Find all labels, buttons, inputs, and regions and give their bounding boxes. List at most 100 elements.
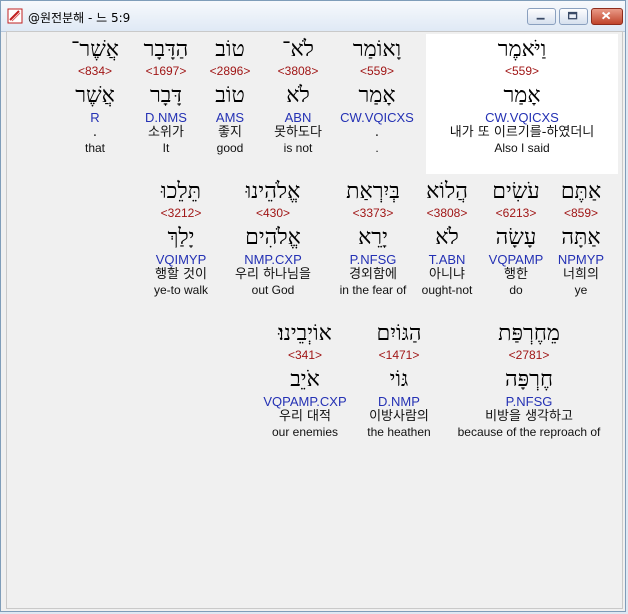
word-block[interactable]: אֲשֶׁר־ <834> אֲשֶׁר R . that [65, 37, 125, 156]
english-gloss: because of the reproach of [457, 425, 601, 439]
english-gloss: is not [283, 141, 313, 155]
english-gloss: in the fear of [339, 283, 407, 297]
hebrew-lemma: אַתָּה [561, 225, 601, 250]
morph-code: R [90, 110, 100, 125]
word-block[interactable]: מֵחֶרְפַּת <2781> חֶרְפָּה P.NFSG 비방을 생각… [447, 321, 611, 440]
hebrew-lemma: אָמַר [503, 83, 541, 108]
korean-gloss: 좋지 [218, 125, 242, 140]
minimize-button[interactable] [527, 8, 556, 25]
strong-number: <6213> [495, 206, 537, 220]
hebrew-word: לֹא־ [282, 37, 314, 62]
word-block[interactable]: הַגּוֹיִם <1471> גּוֹי D.NMP 이방사람의 the h… [359, 321, 439, 440]
hebrew-word: תֵּלֵכוּ [160, 179, 202, 204]
hebrew-lemma: אֲשֶׁר [75, 83, 115, 108]
korean-gloss: 우리 대적 [279, 409, 331, 424]
hebrew-word: וָאוֹמַר [352, 37, 402, 62]
morph-code: P.NFSG [349, 252, 397, 267]
strong-number: <3373> [352, 206, 394, 220]
strong-number: <1697> [145, 64, 187, 78]
hebrew-word: אֱלֹהֵינוּ [245, 179, 301, 204]
morph-code: ABN [284, 110, 312, 125]
korean-gloss: 행한 [504, 267, 528, 282]
word-block[interactable]: תֵּלֵכוּ <3212> יָלַךְ VQIMYP 행할 것이 ye-t… [147, 179, 215, 298]
app-icon [7, 8, 23, 24]
close-icon [601, 11, 611, 20]
word-block[interactable]: לֹא־ <3808> לֹא ABN 못하도다 is not [265, 37, 331, 156]
hebrew-lemma: דָּבָר [150, 83, 182, 108]
hebrew-word: מֵחֶרְפַּת [498, 321, 560, 346]
korean-gloss: 경외함에 [349, 267, 397, 282]
interlinear-panel[interactable]: אֲשֶׁר־ <834> אֲשֶׁר R . that הַדָּבָר <… [6, 31, 623, 609]
strong-number: <341> [287, 348, 323, 362]
korean-gloss: 소위가 [148, 125, 184, 140]
english-gloss: our enemies [271, 425, 339, 439]
hebrew-lemma: עָשָׂה [495, 225, 537, 250]
app-window: @원전분해 - 느 5:9 אֲשֶׁר־ <834> אֲשֶׁר R . t… [0, 0, 626, 612]
strong-number: <859> [563, 206, 599, 220]
word-block[interactable]: אַתֶּם <859> אַתָּה NPMYP 너희의 ye [553, 180, 609, 298]
english-gloss: the heathen [367, 425, 431, 439]
hebrew-word: וַיֹּאמֶר [497, 37, 547, 62]
english-gloss: good [216, 141, 244, 155]
hebrew-lemma: לֹא [435, 225, 459, 250]
morph-code: NPMYP [557, 252, 605, 267]
close-button[interactable] [591, 8, 623, 25]
english-gloss: ye-to walk [153, 283, 209, 297]
korean-gloss: . [92, 125, 98, 140]
english-gloss: . [375, 141, 379, 155]
korean-gloss: 이방사람의 [369, 409, 429, 424]
hebrew-lemma: אָמַר [358, 83, 396, 108]
hebrew-word: הַדָּבָר [143, 37, 189, 62]
word-block[interactable]: וָאוֹמַר <559> אָמַר CW.VQICXS . . [337, 37, 417, 156]
maximize-icon [567, 11, 578, 20]
morph-code: D.NMP [378, 394, 420, 409]
hebrew-word: עֹשִׂים [492, 179, 540, 204]
strong-number: <3212> [160, 206, 202, 220]
strong-number: <2896> [209, 64, 251, 78]
strong-number: <2781> [508, 348, 550, 362]
hebrew-lemma: יָלַךְ [167, 225, 195, 250]
korean-gloss: 못하도다 [274, 125, 322, 140]
word-block[interactable]: עֹשִׂים <6213> עָשָׂה VQPAMP 행한 do [483, 179, 549, 298]
hebrew-lemma: לֹא [286, 83, 310, 108]
hebrew-lemma: גּוֹי [389, 367, 409, 392]
hebrew-lemma: אֹיֵב [290, 367, 320, 392]
hebrew-lemma: יָרֵא [358, 225, 388, 250]
word-block-selected[interactable]: וַיֹּאמֶר <559> אָמַר CW.VQICXS 내가 또 이르기… [426, 37, 618, 156]
korean-gloss: 아니냐 [429, 267, 465, 282]
hebrew-word: בְּיִרְאַת [346, 179, 400, 204]
strong-number: <430> [255, 206, 291, 220]
strong-number: <1471> [378, 348, 420, 362]
hebrew-word: טוֹב [215, 37, 245, 62]
english-gloss: ought-not [421, 283, 473, 297]
hebrew-word: אוֹיְבֵינוּ׃ [278, 321, 332, 346]
word-block[interactable]: טוֹב <2896> טוֹב AMS 좋지 good [205, 37, 255, 156]
strong-number: <834> [77, 64, 113, 78]
morph-code: VQIMYP [155, 252, 207, 267]
hebrew-lemma: חֶרְפָּה [504, 367, 553, 392]
hebrew-word: הַגּוֹיִם [376, 321, 422, 346]
strong-number: <559> [504, 64, 540, 78]
morph-code: D.NMS [145, 110, 187, 125]
word-block[interactable]: בְּיִרְאַת <3373> יָרֵא P.NFSG 경외함에 in t… [331, 179, 415, 298]
morph-code: VQPAMP [488, 252, 544, 267]
hebrew-word: אֲשֶׁר־ [70, 37, 119, 62]
korean-gloss: 너희의 [563, 267, 599, 282]
word-block[interactable]: אוֹיְבֵינוּ׃ <341> אֹיֵב VQPAMP.CXP 우리 대… [259, 321, 351, 440]
english-gloss: It [162, 141, 170, 155]
title-bar[interactable]: @원전분해 - 느 5:9 [1, 1, 625, 32]
korean-gloss: 우리 하나님을 [235, 267, 311, 282]
word-block[interactable]: אֱלֹהֵינוּ <430> אֱלֹהִים NMP.CXP 우리 하나님… [221, 179, 325, 298]
morph-code: P.NFSG [505, 394, 553, 409]
english-gloss: out God [251, 283, 295, 297]
word-block[interactable]: הַדָּבָר <1697> דָּבָר D.NMS 소위가 It [133, 37, 199, 156]
hebrew-lemma: אֱלֹהִים [245, 225, 301, 250]
korean-gloss: 비방을 생각하고 [485, 409, 573, 424]
morph-code: CW.VQICXS [340, 110, 414, 125]
korean-gloss: 행할 것이 [155, 267, 207, 282]
hebrew-lemma: טוֹב [215, 83, 245, 108]
morph-code: AMS [215, 110, 245, 125]
word-block[interactable]: הֲלוֹא <3808> לֹא T.ABN 아니냐 ought-not [417, 180, 477, 298]
morph-code: NMP.CXP [244, 252, 302, 267]
maximize-button[interactable] [559, 8, 588, 25]
